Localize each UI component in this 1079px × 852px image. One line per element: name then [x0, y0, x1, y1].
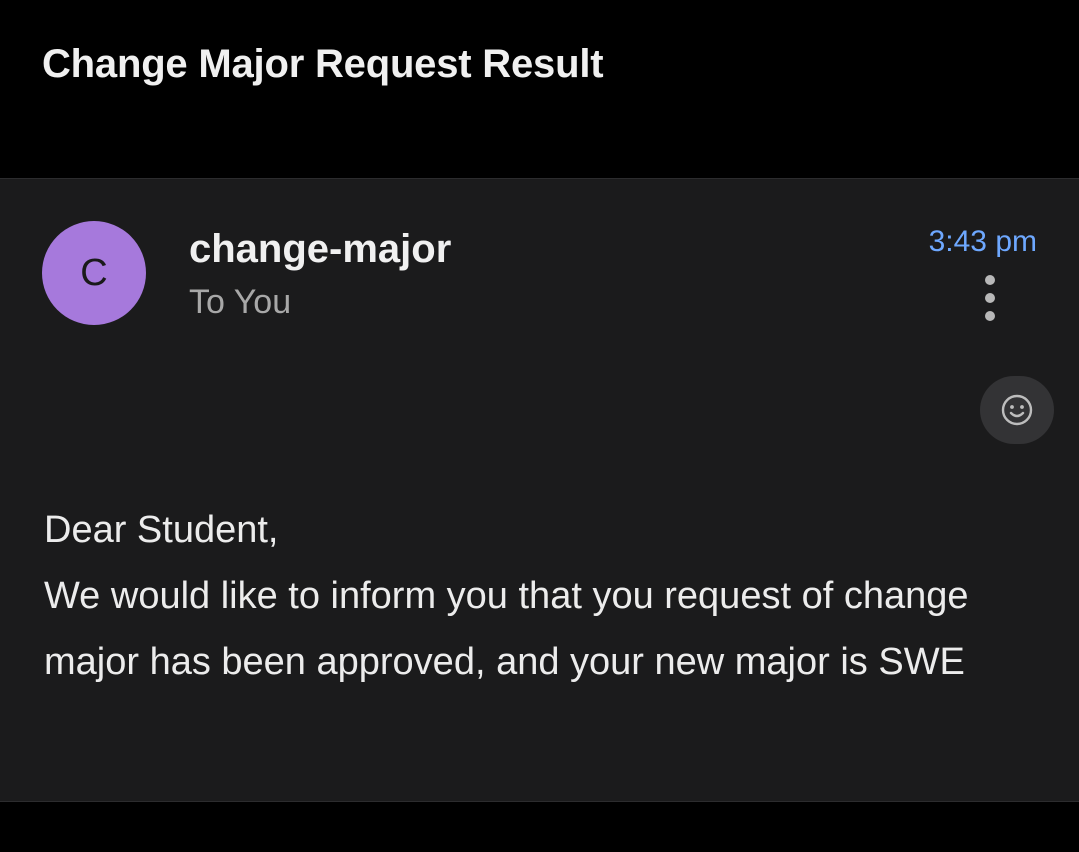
sender-avatar[interactable]: C: [42, 221, 146, 325]
message-card: C change-major To You 3:43 pm Dear Stude…: [0, 178, 1079, 802]
message-text: We would like to inform you that you req…: [44, 575, 969, 683]
bottom-area: [0, 802, 1079, 852]
message-body: Dear Student, We would like to inform yo…: [44, 497, 1034, 695]
subject-header: Change Major Request Result: [0, 0, 1079, 178]
email-subject: Change Major Request Result: [42, 42, 604, 86]
add-reaction-button[interactable]: [980, 376, 1054, 444]
sender-name[interactable]: change-major: [189, 227, 451, 272]
more-options-button[interactable]: [972, 275, 1008, 321]
recipient-label[interactable]: To You: [189, 283, 291, 322]
smiley-icon: [1001, 394, 1033, 426]
avatar-initial: C: [80, 251, 108, 294]
message-time: 3:43 pm: [928, 225, 1037, 258]
message-greeting: Dear Student,: [44, 509, 279, 551]
more-vertical-icon: [985, 275, 995, 285]
